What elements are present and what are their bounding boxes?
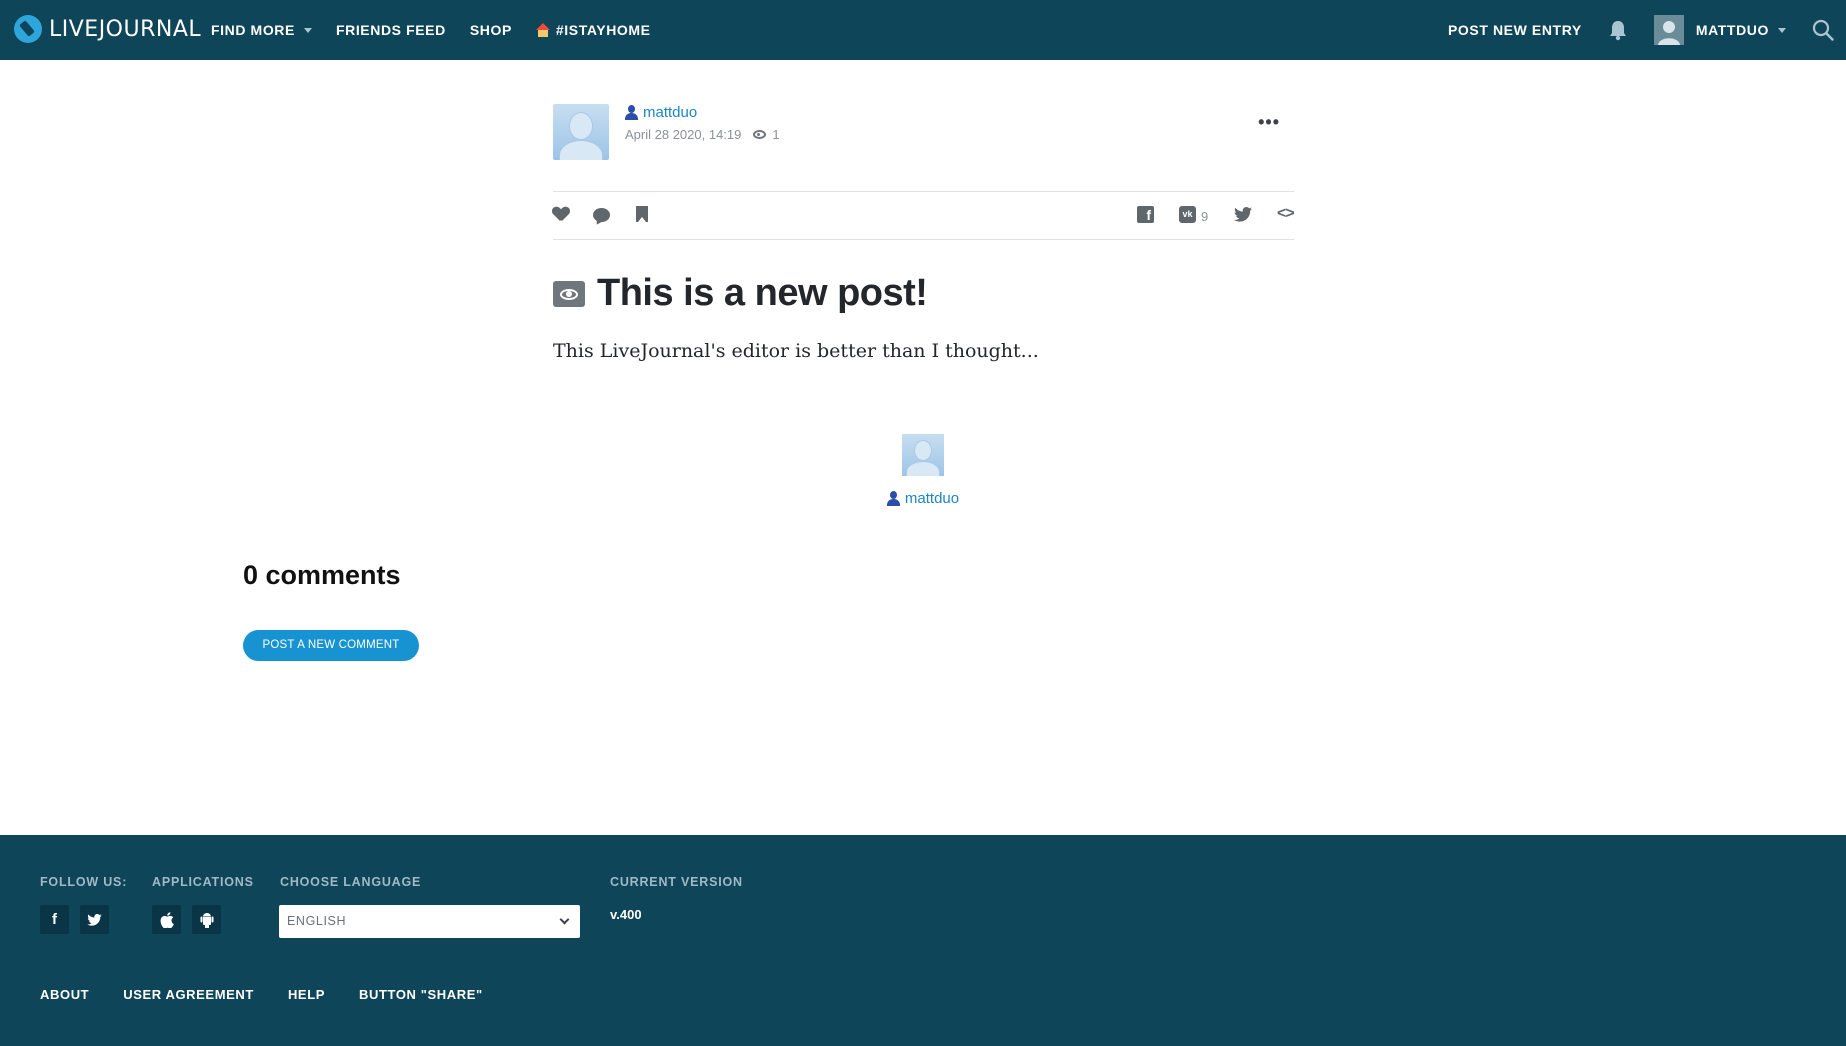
footer-link-help[interactable]: HELP [288,987,325,1002]
post-meta: April 28 2020, 14:19 1 [625,127,780,142]
user-nav: POST NEW ENTRY MATTDUO [1448,0,1846,60]
post-date: April 28 2020, 14:19 [625,127,742,142]
views-eye-icon [753,130,767,139]
post-body-text: This LiveJournal's editor is better than… [553,340,1039,362]
language-select[interactable]: ENGLISH [279,905,580,938]
vk-share-icon[interactable]: vk [1179,206,1196,223]
applications-label: APPLICATIONS [152,875,254,889]
post-signature [0,434,1846,481]
top-navigation-bar: LIVEJOURNAL FIND MORE FRIENDS FEED SHOP … [0,0,1846,60]
nav-find-more[interactable]: FIND MORE [211,22,312,38]
author-name: mattduo [643,104,698,121]
comments-heading: 0 comments [243,560,401,590]
house-icon [535,23,550,37]
twitter-share-icon[interactable] [1234,207,1252,222]
nav-find-more-label: FIND MORE [211,22,295,38]
post-new-entry-link[interactable]: POST NEW ENTRY [1448,22,1582,38]
author-link[interactable]: mattduo [625,104,697,121]
post-new-comment-button[interactable]: POST A NEW COMMENT [243,630,419,661]
livejournal-logo[interactable]: LIVEJOURNAL [14,15,201,43]
signature-avatar[interactable] [902,434,944,476]
chevron-down-icon [1778,27,1786,33]
apple-app-icon[interactable] [152,905,181,934]
public-visibility-eye-icon [553,280,585,307]
nav-friends-feed-label: FRIENDS FEED [335,22,446,38]
logo-text: LIVEJOURNAL [49,16,202,42]
signature-user-link[interactable]: mattduo [0,490,1846,507]
more-options-icon[interactable]: ••• [1258,112,1280,133]
user-icon [886,491,900,506]
version-number: v.400 [610,907,642,922]
vk-share-count: 9 [1201,209,1209,224]
livejournal-logo-icon [14,15,42,43]
post-action-bar: f vk 9 <> [553,191,1295,240]
footer-link-user-agreement[interactable]: USER AGREEMENT [123,987,254,1002]
current-version-label: CURRENT VERSION [610,875,743,889]
chevron-down-icon [303,27,312,33]
post-title: This is a new post! [597,272,928,314]
android-app-icon[interactable] [192,905,221,934]
footer: FOLLOW US: APPLICATIONS CHOOSE LANGUAGE … [0,835,1846,1046]
choose-language-label: CHOOSE LANGUAGE [280,875,422,889]
nav-istayhome-label: #ISTAYHOME [555,22,651,38]
user-avatar[interactable] [1653,15,1684,45]
like-heart-icon[interactable] [553,206,569,222]
nav-friends-feed[interactable]: FRIENDS FEED [336,22,446,38]
chevron-down-icon [559,914,570,925]
search-icon[interactable] [1812,19,1834,41]
views-count: 1 [772,127,780,142]
user-icon [625,105,638,120]
nav-istayhome[interactable]: #ISTAYHOME [535,22,651,38]
user-menu[interactable]: MATTDUO [1696,22,1786,38]
post-title-row: This is a new post! [553,272,928,315]
nav-shop[interactable]: SHOP [470,22,512,38]
facebook-share-icon[interactable]: f [1137,206,1154,223]
main-nav: FIND MORE FRIENDS FEED SHOP #ISTAYHOME [211,0,675,60]
username-label: MATTDUO [1695,22,1769,38]
author-avatar[interactable] [553,104,609,160]
footer-link-about[interactable]: ABOUT [40,987,89,1002]
bookmark-icon[interactable] [636,206,648,222]
nav-shop-label: SHOP [469,22,512,38]
footer-links: ABOUT USER AGREEMENT HELP BUTTON "SHARE" [40,987,517,1002]
follow-us-label: FOLLOW US: [40,875,128,889]
signature-username: mattduo [904,490,960,507]
user-avatar-icon [1653,15,1684,45]
footer-link-button-share[interactable]: BUTTON "SHARE" [359,987,483,1002]
embed-code-icon[interactable]: <> [1277,205,1295,223]
notifications-bell-icon[interactable] [1608,19,1628,41]
twitter-icon[interactable] [80,905,109,934]
facebook-icon[interactable]: f [40,905,69,934]
comment-bubble-icon[interactable] [593,208,610,222]
language-select-value: ENGLISH [287,914,347,928]
